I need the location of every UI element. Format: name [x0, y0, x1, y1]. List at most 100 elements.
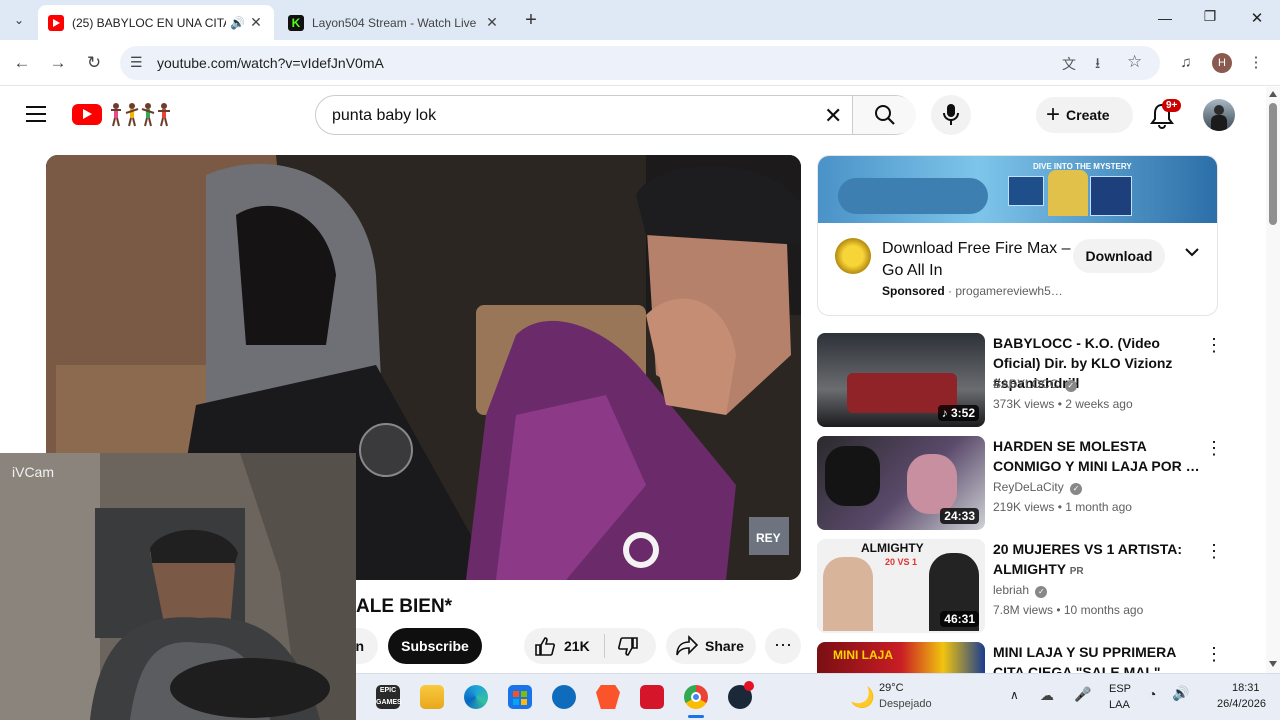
file-explorer-icon[interactable]: [420, 685, 444, 709]
channel-text[interactable]: lebriah: [993, 583, 1029, 597]
tab-layon504[interactable]: K Layon504 Stream - Watch Live ✕: [278, 5, 510, 40]
youtube-logo[interactable]: [72, 104, 102, 125]
media-controls-icon[interactable]: ♫: [1177, 54, 1195, 72]
scrollbar-thumb[interactable]: [1269, 103, 1277, 225]
search-box[interactable]: punta baby lok ✕: [315, 95, 916, 135]
minimize-button[interactable]: —: [1155, 10, 1175, 26]
show-hidden-icons-chevron[interactable]: ∧: [1010, 688, 1019, 702]
music-note-icon: ♪: [941, 406, 951, 420]
forward-button[interactable]: →: [47, 52, 69, 74]
subscribe-button[interactable]: Subscribe: [388, 628, 482, 664]
ad-card[interactable]: DIVE INTO THE MYSTERY Download Free Fire…: [817, 155, 1218, 316]
more-options-icon[interactable]: ⋮: [1205, 541, 1223, 562]
dislike-button[interactable]: [605, 628, 656, 664]
video-thumbnail[interactable]: MINI LAJA: [817, 642, 985, 673]
network-alert-icon[interactable]: ☁: [1040, 687, 1054, 704]
video-title[interactable]: MINI LAJA Y SU PPRIMERA CITA CIEGA "SALE…: [993, 642, 1203, 673]
search-input[interactable]: punta baby lok: [332, 107, 436, 125]
recommendation-item[interactable]: ♪ 3:52 BABYLOCC - K.O. (Video Oficial) D…: [817, 333, 1237, 429]
tab-youtube[interactable]: (25) BABYLOC EN UNA CITA 🔊 ✕: [38, 5, 274, 40]
like-button[interactable]: 21K: [524, 628, 604, 664]
weather-temperature[interactable]: 29°C: [879, 682, 904, 694]
outlook-icon[interactable]: [552, 685, 576, 709]
account-avatar[interactable]: [1203, 99, 1235, 131]
reload-button[interactable]: ↻: [83, 52, 105, 74]
chrome-browser-icon[interactable]: [684, 685, 708, 709]
close-tab-icon[interactable]: ✕: [246, 14, 266, 31]
notifications-button[interactable]: 9+: [1148, 99, 1182, 131]
language-line-1[interactable]: ESP: [1109, 683, 1131, 695]
page-scrollbar[interactable]: [1266, 87, 1280, 673]
epic-games-icon[interactable]: EPIC GAMES: [376, 685, 402, 709]
recommendation-item[interactable]: 24:33 HARDEN SE MOLESTA CONMIGO Y MINI L…: [817, 436, 1237, 532]
download-button[interactable]: Download: [1073, 239, 1165, 273]
share-button[interactable]: Share: [666, 628, 756, 664]
video-title-text[interactable]: 20 MUJERES VS 1 ARTISTA: ALMIGHTY: [993, 541, 1182, 577]
clock-time[interactable]: 18:31: [1232, 682, 1260, 694]
search-button[interactable]: [852, 96, 916, 134]
translate-icon[interactable]: 文: [1062, 54, 1076, 74]
channel-name[interactable]: BABYLOCC ✓: [993, 377, 1077, 392]
edge-browser-icon[interactable]: [464, 685, 488, 709]
close-tab-icon[interactable]: ✕: [482, 14, 502, 31]
channel-text[interactable]: BABYLOCC: [993, 377, 1058, 391]
microsoft-store-icon[interactable]: [508, 685, 532, 709]
recommendation-item[interactable]: MINI LAJA MINI LAJA Y SU PPRIMERA CITA C…: [817, 642, 1237, 673]
hamburger-menu-icon[interactable]: [26, 106, 46, 122]
scroll-up-arrow-icon[interactable]: [1269, 91, 1277, 97]
like-dislike-bar: 21K: [524, 628, 656, 664]
microphone-tray-icon[interactable]: 🎤: [1074, 686, 1091, 703]
more-options-icon[interactable]: ⋮: [1205, 644, 1223, 665]
back-button[interactable]: ←: [11, 52, 33, 74]
bookmark-star-icon[interactable]: ☆: [1127, 52, 1142, 72]
wifi-icon[interactable]: ◔: [1148, 686, 1156, 702]
brave-browser-icon[interactable]: [596, 685, 620, 709]
video-thumbnail[interactable]: ♪ 3:52: [817, 333, 985, 427]
site-info-icon[interactable]: ☰: [130, 54, 143, 71]
steam-app-icon[interactable]: [728, 681, 754, 709]
title-suffix: PR: [1069, 566, 1084, 577]
close-window-button[interactable]: ✕: [1247, 9, 1267, 27]
create-button[interactable]: + Create: [1036, 97, 1133, 133]
chrome-menu-icon[interactable]: ⋮: [1247, 54, 1265, 72]
install-app-icon[interactable]: ⭳: [1095, 53, 1100, 78]
video-thumbnail[interactable]: ALMIGHTY 20 VS 1 46:31: [817, 539, 985, 633]
adobe-app-icon[interactable]: [640, 685, 664, 709]
scroll-down-arrow-icon[interactable]: [1269, 661, 1277, 667]
chevron-down-icon[interactable]: [1184, 244, 1200, 260]
video-title[interactable]: 20 MUJERES VS 1 ARTISTA: ALMIGHTY PR: [993, 539, 1203, 582]
browser-tab-bar: ⌄ (25) BABYLOC EN UNA CITA 🔊 ✕ K Layon50…: [0, 0, 1280, 40]
volume-icon[interactable]: 🔊: [1172, 685, 1189, 702]
channel-text[interactable]: ReyDeLaCity: [993, 480, 1064, 494]
new-tab-button[interactable]: +: [520, 9, 542, 31]
restore-button[interactable]: ❐: [1200, 8, 1220, 25]
video-thumbnail[interactable]: 24:33: [817, 436, 985, 530]
language-line-2[interactable]: LAA: [1109, 699, 1130, 711]
speaker-icon[interactable]: 🔊: [230, 16, 246, 30]
clear-search-icon[interactable]: ✕: [824, 103, 842, 129]
ad-meta: Sponsored · progamereviewh5…: [882, 284, 1063, 298]
recommendation-item[interactable]: ALMIGHTY 20 VS 1 46:31 20 MUJERES VS 1 A…: [817, 539, 1237, 635]
channel-name[interactable]: lebriah ✓: [993, 583, 1048, 598]
weather-description[interactable]: Despejado: [879, 698, 932, 710]
doodle-dancers-icon[interactable]: [108, 101, 172, 127]
more-options-icon[interactable]: ⋮: [1205, 438, 1223, 459]
ad-title[interactable]: Download Free Fire Max – Go All In: [882, 238, 1072, 282]
video-title[interactable]: HARDEN SE MOLESTA CONMIGO Y MINI LAJA PO…: [993, 436, 1203, 476]
windows-taskbar: EPIC GAMES 🌙 29°C Despejado ∧ ☁ 🎤 ESP LAA…: [356, 673, 1280, 720]
more-options-icon[interactable]: ⋮: [1205, 335, 1223, 356]
tab-search-button[interactable]: ⌄: [8, 9, 30, 31]
verified-check-icon: ✓: [1035, 586, 1048, 598]
clock-date[interactable]: 26/4/2026: [1217, 698, 1266, 710]
url-text[interactable]: youtube.com/watch?v=vIdefJnV0mA: [157, 55, 384, 71]
more-actions-button[interactable]: ⋯: [765, 628, 801, 664]
youtube-header: punta baby lok ✕ + Create 9+: [0, 87, 1266, 143]
weather-moon-icon[interactable]: 🌙: [850, 685, 875, 710]
profile-avatar[interactable]: H: [1212, 53, 1232, 73]
channel-name[interactable]: ReyDeLaCity ✓: [993, 480, 1083, 495]
voice-search-button[interactable]: [931, 95, 971, 135]
notification-badge: 9+: [1162, 99, 1182, 112]
address-bar[interactable]: ☰ youtube.com/watch?v=vIdefJnV0mA 文 ⭳ ☆: [120, 46, 1160, 80]
ad-banner[interactable]: DIVE INTO THE MYSTERY: [818, 156, 1217, 223]
video-title-main: ALE BIEN*: [356, 596, 453, 617]
